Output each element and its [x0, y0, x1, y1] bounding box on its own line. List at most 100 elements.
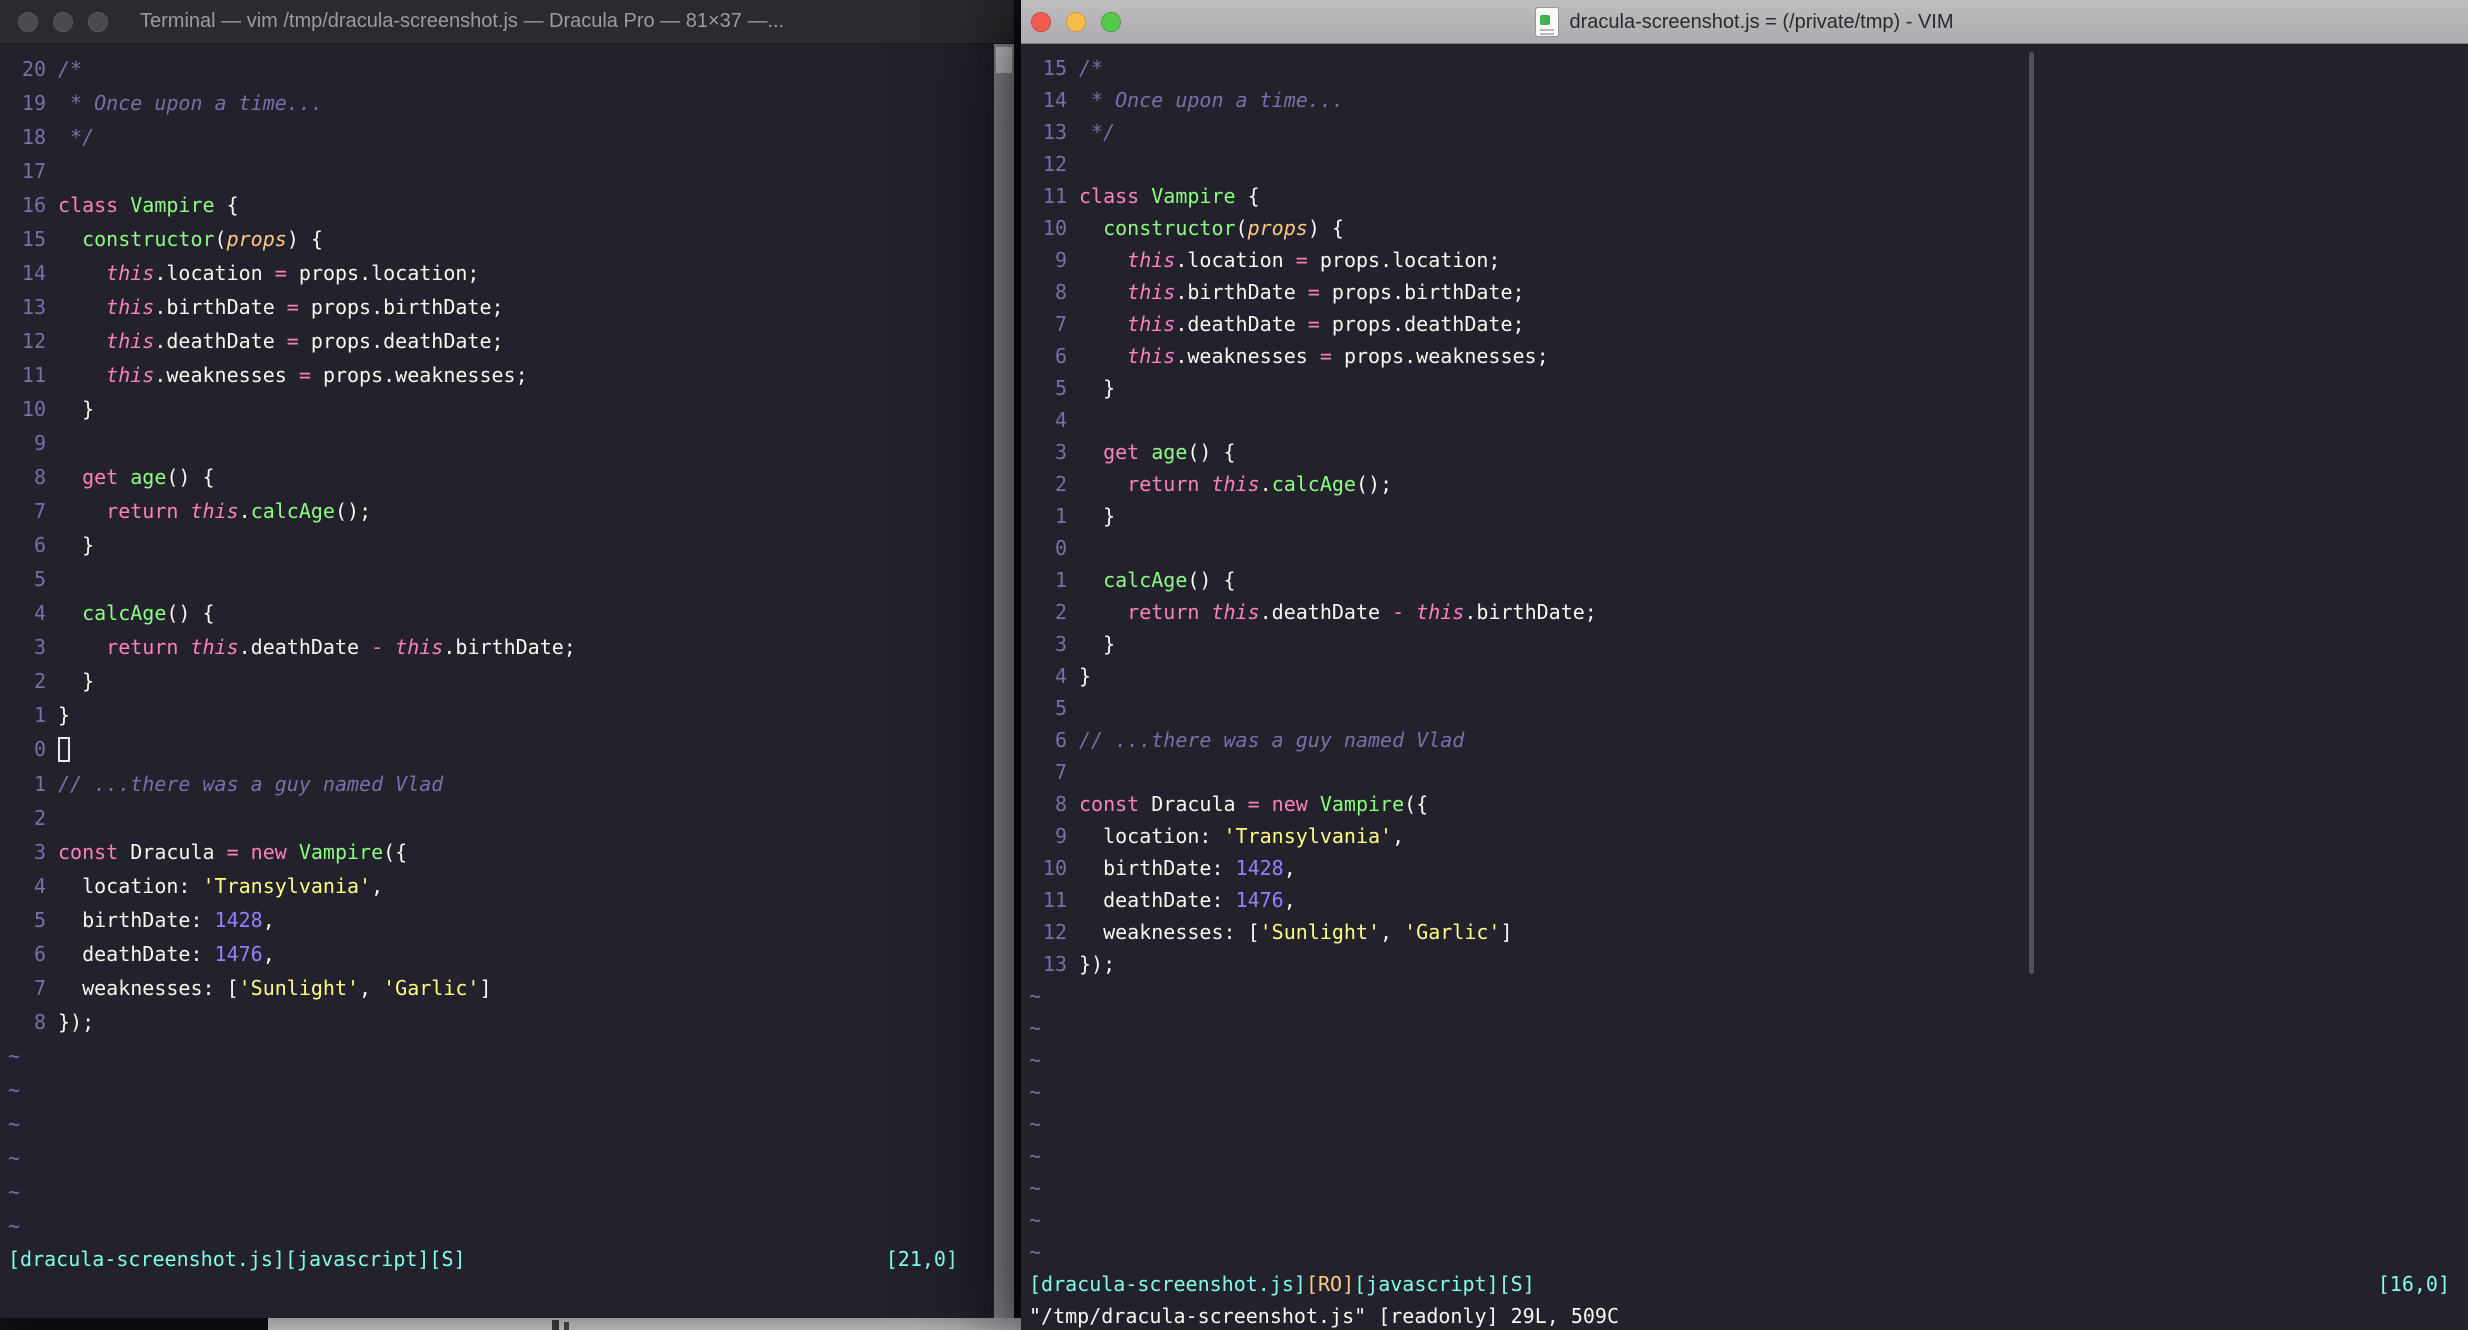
window-controls	[18, 11, 108, 32]
code-line: 13});	[1021, 948, 2468, 980]
code-text: birthDate: 1428,	[58, 908, 275, 932]
empty-buffer-tilde: ~	[1029, 1176, 1042, 1200]
code-line: 11 deathDate: 1476,	[1021, 884, 2468, 916]
code-text: return this.deathDate - this.birthDate;	[106, 635, 576, 659]
code-text: this.deathDate = props.deathDate;	[106, 329, 504, 353]
statusline-file-info: [dracula-screenshot.js][javascript][S]	[8, 1247, 466, 1271]
minimize-button[interactable]	[1066, 11, 1086, 32]
code-line: 2	[0, 801, 992, 835]
code-text: return this.calcAge();	[106, 499, 372, 523]
code-text: * Once upon a time...	[58, 91, 323, 115]
code-line: 5 }	[1021, 372, 2468, 404]
code-line: 9	[0, 426, 992, 460]
code-text: calcAge() {	[82, 601, 215, 625]
code-text: /*	[1079, 56, 1104, 80]
line-number: 3	[33, 635, 46, 659]
code-line: 15 constructor(props) {	[0, 222, 992, 256]
vim-buffer[interactable]: 15/* 14 * Once upon a time... 13 */12 11 cla…	[1021, 52, 2468, 1268]
code-text: // ...there was a guy named Vlad	[58, 772, 444, 796]
line-number: 18	[21, 125, 46, 149]
terminal-scrollbar[interactable]	[994, 44, 1014, 1318]
code-text: class Vampire {	[58, 193, 239, 217]
code-text: birthDate: 1428,	[1079, 856, 1296, 880]
line-number: 9	[33, 431, 46, 455]
code-line: 6 }	[0, 528, 992, 562]
code-text: this.deathDate = props.deathDate;	[1127, 312, 1525, 336]
line-number: 4	[33, 601, 46, 625]
line-number: 12	[1042, 152, 1067, 176]
code-text: constructor(props) {	[1103, 216, 1344, 240]
code-line: 3 get age() {	[1021, 436, 2468, 468]
vim-scrollbar-thumb[interactable]	[2029, 52, 2034, 974]
statusline-filename: [dracula-screenshot.js]	[1029, 1272, 1306, 1296]
vim-titlebar[interactable]: dracula-screenshot.js = (/private/tmp) -…	[1021, 0, 2468, 44]
code-text	[58, 732, 70, 767]
code-text: class Vampire {	[1079, 184, 1260, 208]
code-line: 11 this.weaknesses = props.weaknesses;	[0, 358, 992, 392]
window-title: Terminal — vim /tmp/dracula-screenshot.j…	[140, 10, 785, 32]
empty-buffer-tilde: ~	[1029, 1080, 1042, 1104]
code-text: get age() {	[1103, 440, 1236, 464]
code-line: 10 }	[0, 392, 992, 426]
code-line: 8 get age() {	[0, 460, 992, 494]
empty-buffer-tilde: ~	[8, 1214, 21, 1238]
code-text: });	[58, 1010, 95, 1034]
code-line: 13 */	[1021, 116, 2468, 148]
line-number: 8	[33, 465, 46, 489]
line-number: 6	[33, 533, 46, 557]
line-number: 19	[21, 91, 46, 115]
code-text: }	[58, 533, 95, 557]
empty-buffer-tilde: ~	[1029, 1240, 1042, 1264]
line-number: 7	[1054, 760, 1067, 784]
line-number: 7	[33, 976, 46, 1000]
line-number: 10	[1042, 216, 1067, 240]
code-line: 9 this.location = props.location;	[1021, 244, 2468, 276]
close-button[interactable]	[1031, 11, 1051, 32]
code-line: 13 this.birthDate = props.birthDate;	[0, 290, 992, 324]
document-icon	[1535, 7, 1560, 37]
zoom-button[interactable]	[1101, 11, 1121, 32]
code-line: 4}	[1021, 660, 2468, 692]
code-text: this.location = props.location;	[106, 261, 480, 285]
line-number: 5	[1054, 376, 1067, 400]
terminal-vim-buffer[interactable]: 20/* 19 * Once upon a time... 18 */17 16 cla…	[0, 52, 992, 1243]
statusline-readonly-flag: [RO]	[1305, 1272, 1355, 1296]
empty-buffer-tilde: ~	[1029, 1144, 1042, 1168]
terminal-scrollbar-thumb[interactable]	[996, 47, 1012, 73]
code-text: }	[1079, 376, 1116, 400]
zoom-button[interactable]	[88, 11, 108, 32]
code-line: 7 this.deathDate = props.deathDate;	[1021, 308, 2468, 340]
code-line: 6 this.weaknesses = props.weaknesses;	[1021, 340, 2468, 372]
line-number: 2	[33, 806, 46, 830]
empty-buffer-tilde: ~	[1029, 1048, 1042, 1072]
line-number: 1	[1054, 504, 1067, 528]
code-line: 8 this.birthDate = props.birthDate;	[1021, 276, 2468, 308]
line-number: 3	[1054, 440, 1067, 464]
code-text: location: 'Transylvania',	[1079, 824, 1405, 848]
empty-buffer-tilde: ~	[8, 1112, 21, 1136]
code-line: 16 class Vampire {	[0, 188, 992, 222]
empty-buffer-tilde: ~	[1029, 984, 1042, 1008]
code-line: 1 }	[1021, 500, 2468, 532]
minimize-button[interactable]	[53, 11, 73, 32]
line-number: 6	[1054, 728, 1067, 752]
background-window-glyph	[564, 1322, 569, 1330]
line-number: 14	[1042, 88, 1067, 112]
code-line: 17	[0, 154, 992, 188]
vim-statusline: [dracula-screenshot.js] [RO] [javascript…	[1029, 1268, 2450, 1300]
code-text: deathDate: 1476,	[1079, 888, 1296, 912]
terminal-titlebar[interactable]: Terminal — vim /tmp/dracula-screenshot.j…	[0, 0, 1014, 44]
code-line: 1 // ...there was a guy named Vlad	[0, 767, 992, 801]
line-number: 2	[1054, 600, 1067, 624]
code-line: 20 /*	[0, 52, 992, 86]
line-number: 13	[21, 295, 46, 319]
close-button[interactable]	[18, 11, 38, 32]
line-number: 2	[1054, 472, 1067, 496]
code-line: 18 */	[0, 120, 992, 154]
line-number: 14	[21, 261, 46, 285]
line-number: 16	[21, 193, 46, 217]
empty-buffer-tilde: ~	[1029, 1016, 1042, 1040]
code-line: 15 /*	[1021, 52, 2468, 84]
code-line: 19 * Once upon a time...	[0, 86, 992, 120]
empty-buffer-tilde: ~	[8, 1180, 21, 1204]
